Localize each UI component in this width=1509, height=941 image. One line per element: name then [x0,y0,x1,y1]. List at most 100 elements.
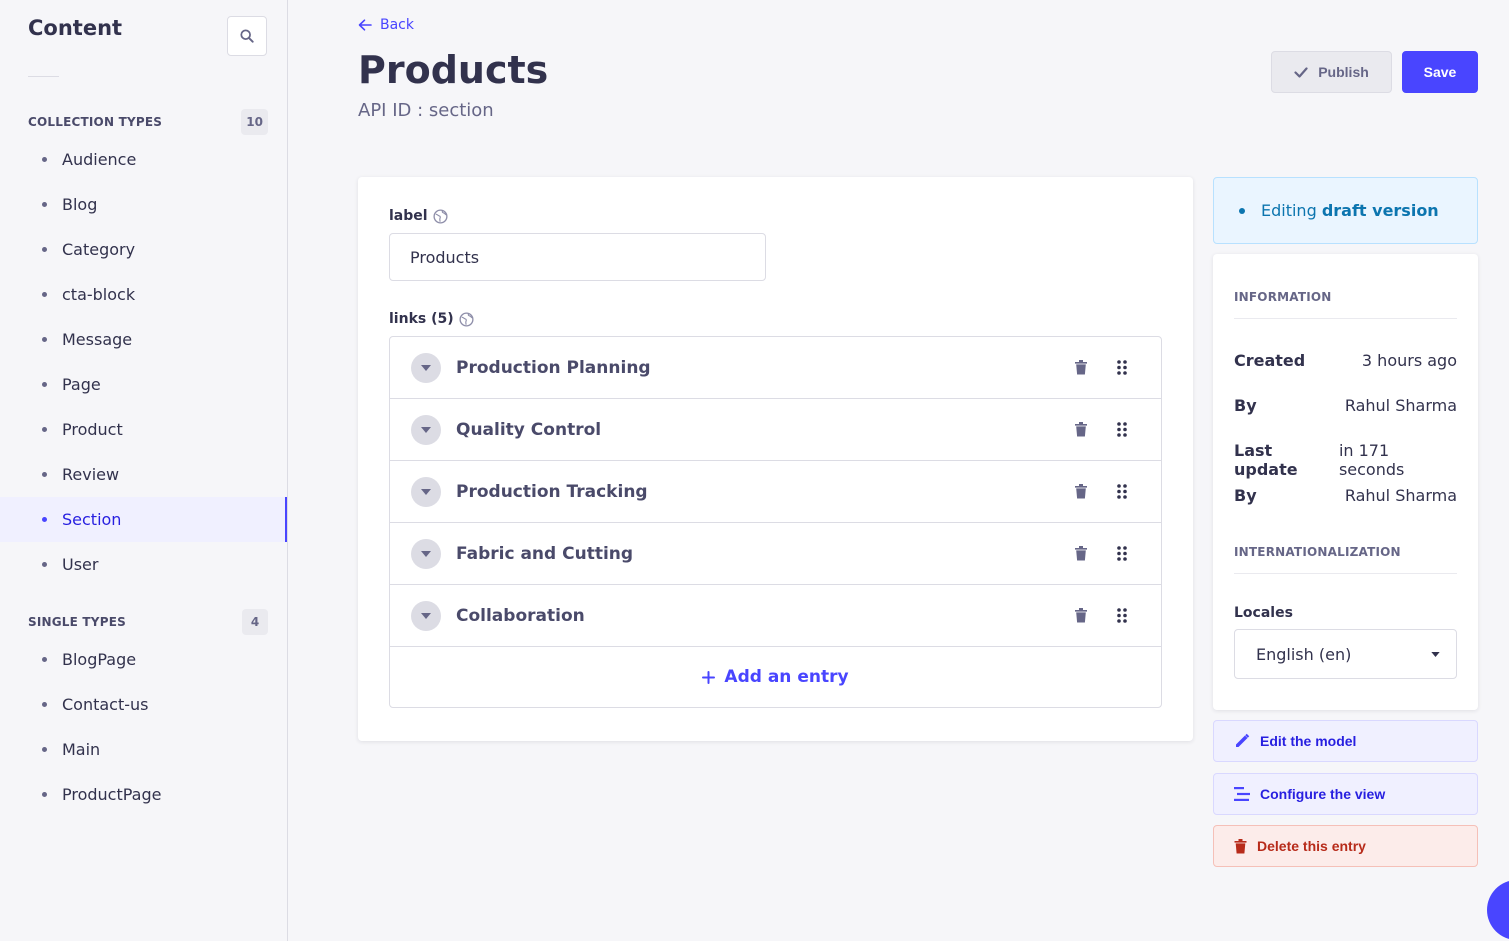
bullet-icon [42,202,47,207]
internationalization-heading: INTERNATIONALIZATION [1234,545,1401,559]
drag-handle-icon[interactable] [1117,422,1127,437]
single-types-list: BlogPage Contact-us Main ProductPage [0,637,287,817]
caret-down-icon [421,550,431,557]
collection-types-header[interactable]: COLLECTION TYPES 10 [28,108,268,136]
label-field-label: label [389,208,448,224]
locale-selected-value: English (en) [1256,644,1352,664]
sidebar-item-contact-us[interactable]: Contact-us [0,682,287,727]
bullet-icon [42,247,47,252]
expand-entry-button[interactable] [411,600,441,631]
sidebar-item-label: Category [62,240,136,259]
locale-select[interactable]: English (en) [1234,629,1457,679]
bullet-icon [42,337,47,342]
configure-view-button[interactable]: Configure the view [1213,773,1478,815]
help-button[interactable] [1487,880,1509,940]
configure-view-label: Configure the view [1260,786,1386,802]
page-title: Products [358,48,549,92]
locales-label: Locales [1234,605,1293,621]
edit-model-label: Edit the model [1260,733,1357,749]
created-by-row: By Rahul Sharma [1234,396,1457,415]
draft-status-banner: Editing draft version [1213,177,1478,244]
sidebar-divider [28,76,59,77]
created-value: 3 hours ago [1361,351,1457,370]
publish-button[interactable]: Publish [1271,51,1392,93]
caret-down-icon [421,426,431,433]
sidebar-item-label: User [62,555,99,574]
sidebar-title: Content [28,16,123,40]
sidebar-item-section[interactable]: Section [0,497,287,542]
trash-icon[interactable] [1075,546,1087,561]
sidebar-item-user[interactable]: User [0,542,287,587]
internationalization-divider [1234,573,1457,574]
trash-icon[interactable] [1075,360,1087,375]
link-entry-row[interactable]: Production Planning [390,337,1161,399]
created-by-value: Rahul Sharma [1344,396,1457,415]
trash-icon[interactable] [1075,422,1087,437]
sidebar-item-page[interactable]: Page [0,362,287,407]
link-entry-name: Production Tracking [456,481,648,502]
single-types-header[interactable]: SINGLE TYPES 4 [28,608,268,636]
caret-down-icon [1431,651,1440,657]
add-entry-button[interactable]: Add an entry [390,647,1161,707]
edit-form-card: label links (5) Production Planning Qual… [358,177,1193,741]
sidebar-item-category[interactable]: Category [0,227,287,272]
sidebar-item-audience[interactable]: Audience [0,137,287,182]
drag-handle-icon[interactable] [1117,546,1127,561]
sidebar-item-product[interactable]: Product [0,407,287,452]
created-key: Created [1234,351,1306,370]
status-dot-icon [1239,207,1245,214]
sidebar-item-blogpage[interactable]: BlogPage [0,637,287,682]
updated-by-row: By Rahul Sharma [1234,486,1457,505]
updated-by-key: By [1234,486,1257,505]
sidebar-item-productpage[interactable]: ProductPage [0,772,287,817]
sidebar-item-label: Page [62,375,101,394]
expand-entry-button[interactable] [411,476,441,507]
back-link[interactable]: Back [358,17,414,33]
link-entry-row[interactable]: Production Tracking [390,461,1161,523]
content-sidebar: Content COLLECTION TYPES 10 Audience Blo… [0,0,288,941]
bullet-icon [42,747,47,752]
link-entry-name: Collaboration [456,605,585,626]
bullet-icon [42,702,47,707]
drag-handle-icon[interactable] [1117,608,1127,623]
api-id: API ID : section [358,100,494,121]
expand-entry-button[interactable] [411,538,441,569]
delete-entry-button[interactable]: Delete this entry [1213,825,1478,867]
check-icon [1294,66,1308,78]
arrow-left-icon [358,19,372,31]
last-update-key: Last update [1234,441,1298,479]
trash-icon[interactable] [1075,608,1087,623]
links-field-label: links (5) [389,311,474,327]
drag-handle-icon[interactable] [1117,360,1127,375]
links-field-title: links (5) [389,311,454,327]
sidebar-item-blog[interactable]: Blog [0,182,287,227]
sidebar-item-main[interactable]: Main [0,727,287,772]
bullet-icon [42,472,47,477]
bullet-icon [42,657,47,662]
label-input[interactable] [389,233,766,281]
caret-down-icon [421,364,431,371]
collection-types-list: Audience Blog Category cta-block Message… [0,137,287,587]
link-entry-row[interactable]: Quality Control [390,399,1161,461]
created-row: Created 3 hours ago [1234,351,1457,370]
information-divider [1234,318,1457,319]
drag-handle-icon[interactable] [1117,484,1127,499]
sidebar-item-message[interactable]: Message [0,317,287,362]
sidebar-item-label: Audience [62,150,137,169]
sidebar-item-label: BlogPage [62,650,137,669]
sidebar-search-button[interactable] [227,16,267,56]
trash-icon[interactable] [1075,484,1087,499]
sidebar-item-label: Blog [62,195,98,214]
sidebar-item-review[interactable]: Review [0,452,287,497]
edit-model-button[interactable]: Edit the model [1213,720,1478,762]
add-entry-label: Add an entry [724,667,849,687]
row-actions [1075,399,1127,460]
link-entry-row[interactable]: Fabric and Cutting [390,523,1161,585]
sidebar-item-cta-block[interactable]: cta-block [0,272,287,317]
expand-entry-button[interactable] [411,352,441,383]
sidebar-item-label: Message [62,330,133,349]
expand-entry-button[interactable] [411,414,441,445]
save-button[interactable]: Save [1402,51,1478,93]
link-entry-row[interactable]: Collaboration [390,585,1161,647]
links-repeatable-list: Production Planning Quality Control Prod… [389,336,1162,708]
